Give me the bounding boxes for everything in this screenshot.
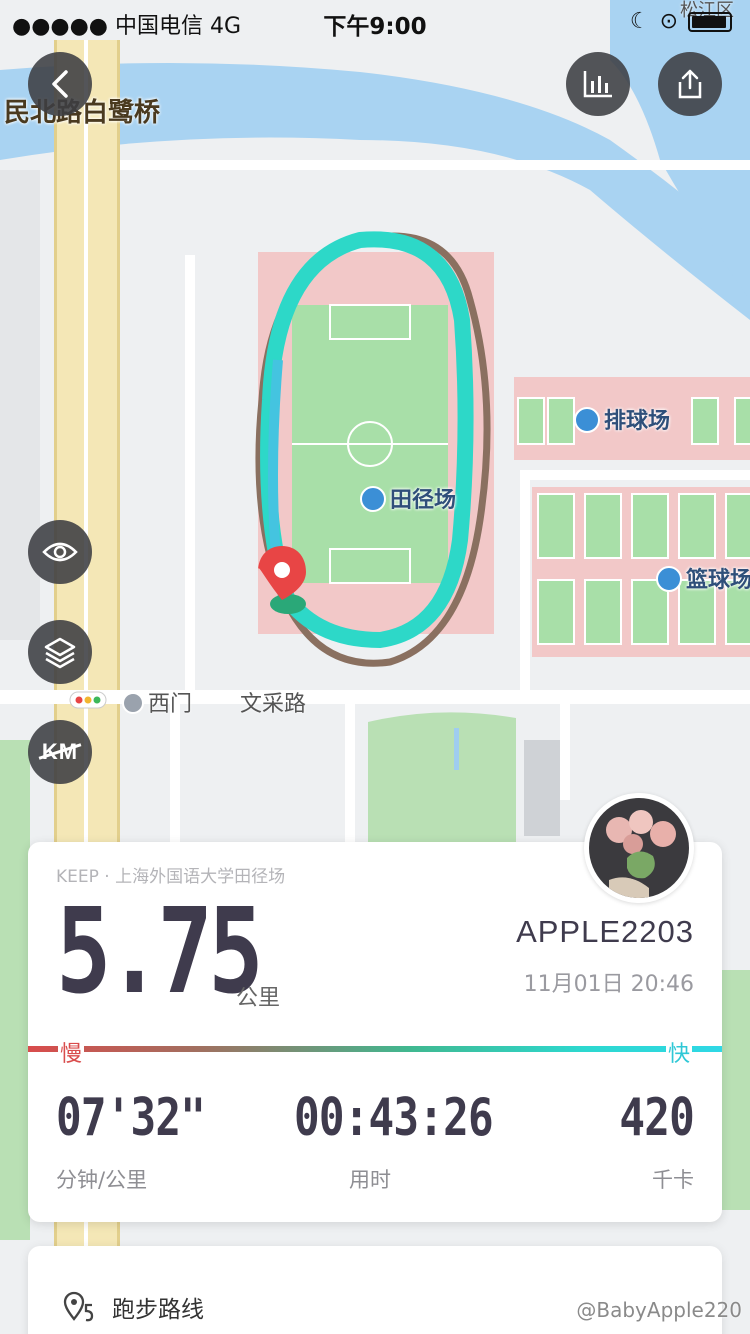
volleyball-poi-icon <box>574 407 600 433</box>
track-field-label[interactable]: 田径场 <box>360 482 456 514</box>
duration-value: 00:43:26 <box>294 1088 494 1148</box>
street-label: 文采路 <box>240 692 307 717</box>
pace-gradient-bar <box>28 1046 722 1052</box>
distance-value: 5.75 <box>56 882 264 1020</box>
pace-stat: 07'32" 分钟/公里 <box>56 1092 238 1194</box>
map-layers-button[interactable] <box>28 620 92 684</box>
bar-chart-icon <box>583 71 612 98</box>
route-pin-icon <box>63 1291 94 1322</box>
km-markers-toggle[interactable]: KM <box>28 720 92 784</box>
basketball-court-label[interactable]: 篮球场 <box>656 562 750 594</box>
orientation-lock-icon: ⊙ <box>659 9 678 34</box>
avatar[interactable] <box>584 793 694 903</box>
status-bar: ●●●●● 中国电信 4G 下午9:00 ☾ ⊙ <box>0 0 750 40</box>
moon-icon: ☾ <box>629 9 650 34</box>
route-label: 跑步路线 <box>112 1297 204 1323</box>
slow-label: 慢 <box>58 1036 85 1068</box>
back-button[interactable] <box>28 52 92 116</box>
share-icon <box>678 69 702 99</box>
pace-label: 分钟/公里 <box>56 1168 148 1192</box>
km-label: KM <box>41 739 79 764</box>
run-datetime: 11月01日 20:46 <box>523 972 694 997</box>
visibility-button[interactable] <box>28 520 92 584</box>
distance-unit: 公里 <box>236 986 281 1011</box>
avatar-image <box>589 798 689 898</box>
track-poi-icon <box>360 486 386 512</box>
share-button[interactable] <box>658 52 722 116</box>
calories-value: 420 <box>619 1088 694 1148</box>
west-gate-label[interactable]: 西门 <box>122 686 192 718</box>
fast-label: 快 <box>665 1036 692 1068</box>
user-name[interactable]: APPLE2203 <box>516 914 694 950</box>
eye-icon <box>42 542 78 562</box>
battery-icon <box>688 11 732 32</box>
chevron-left-icon <box>52 70 68 98</box>
basketball-poi-icon <box>656 566 682 592</box>
volleyball-court-label[interactable]: 排球场 <box>574 403 670 435</box>
calories-stat: 420 千卡 <box>603 1092 694 1194</box>
pace-value: 07'32" <box>56 1088 206 1148</box>
layers-icon <box>44 637 76 669</box>
calories-label: 千卡 <box>652 1168 694 1192</box>
watermark: @BabyApple220 <box>576 1298 742 1322</box>
stats-button[interactable] <box>566 52 630 116</box>
duration-label: 用时 <box>349 1168 391 1192</box>
gate-icon <box>122 692 144 714</box>
duration-stat: 00:43:26 用时 <box>294 1092 536 1194</box>
